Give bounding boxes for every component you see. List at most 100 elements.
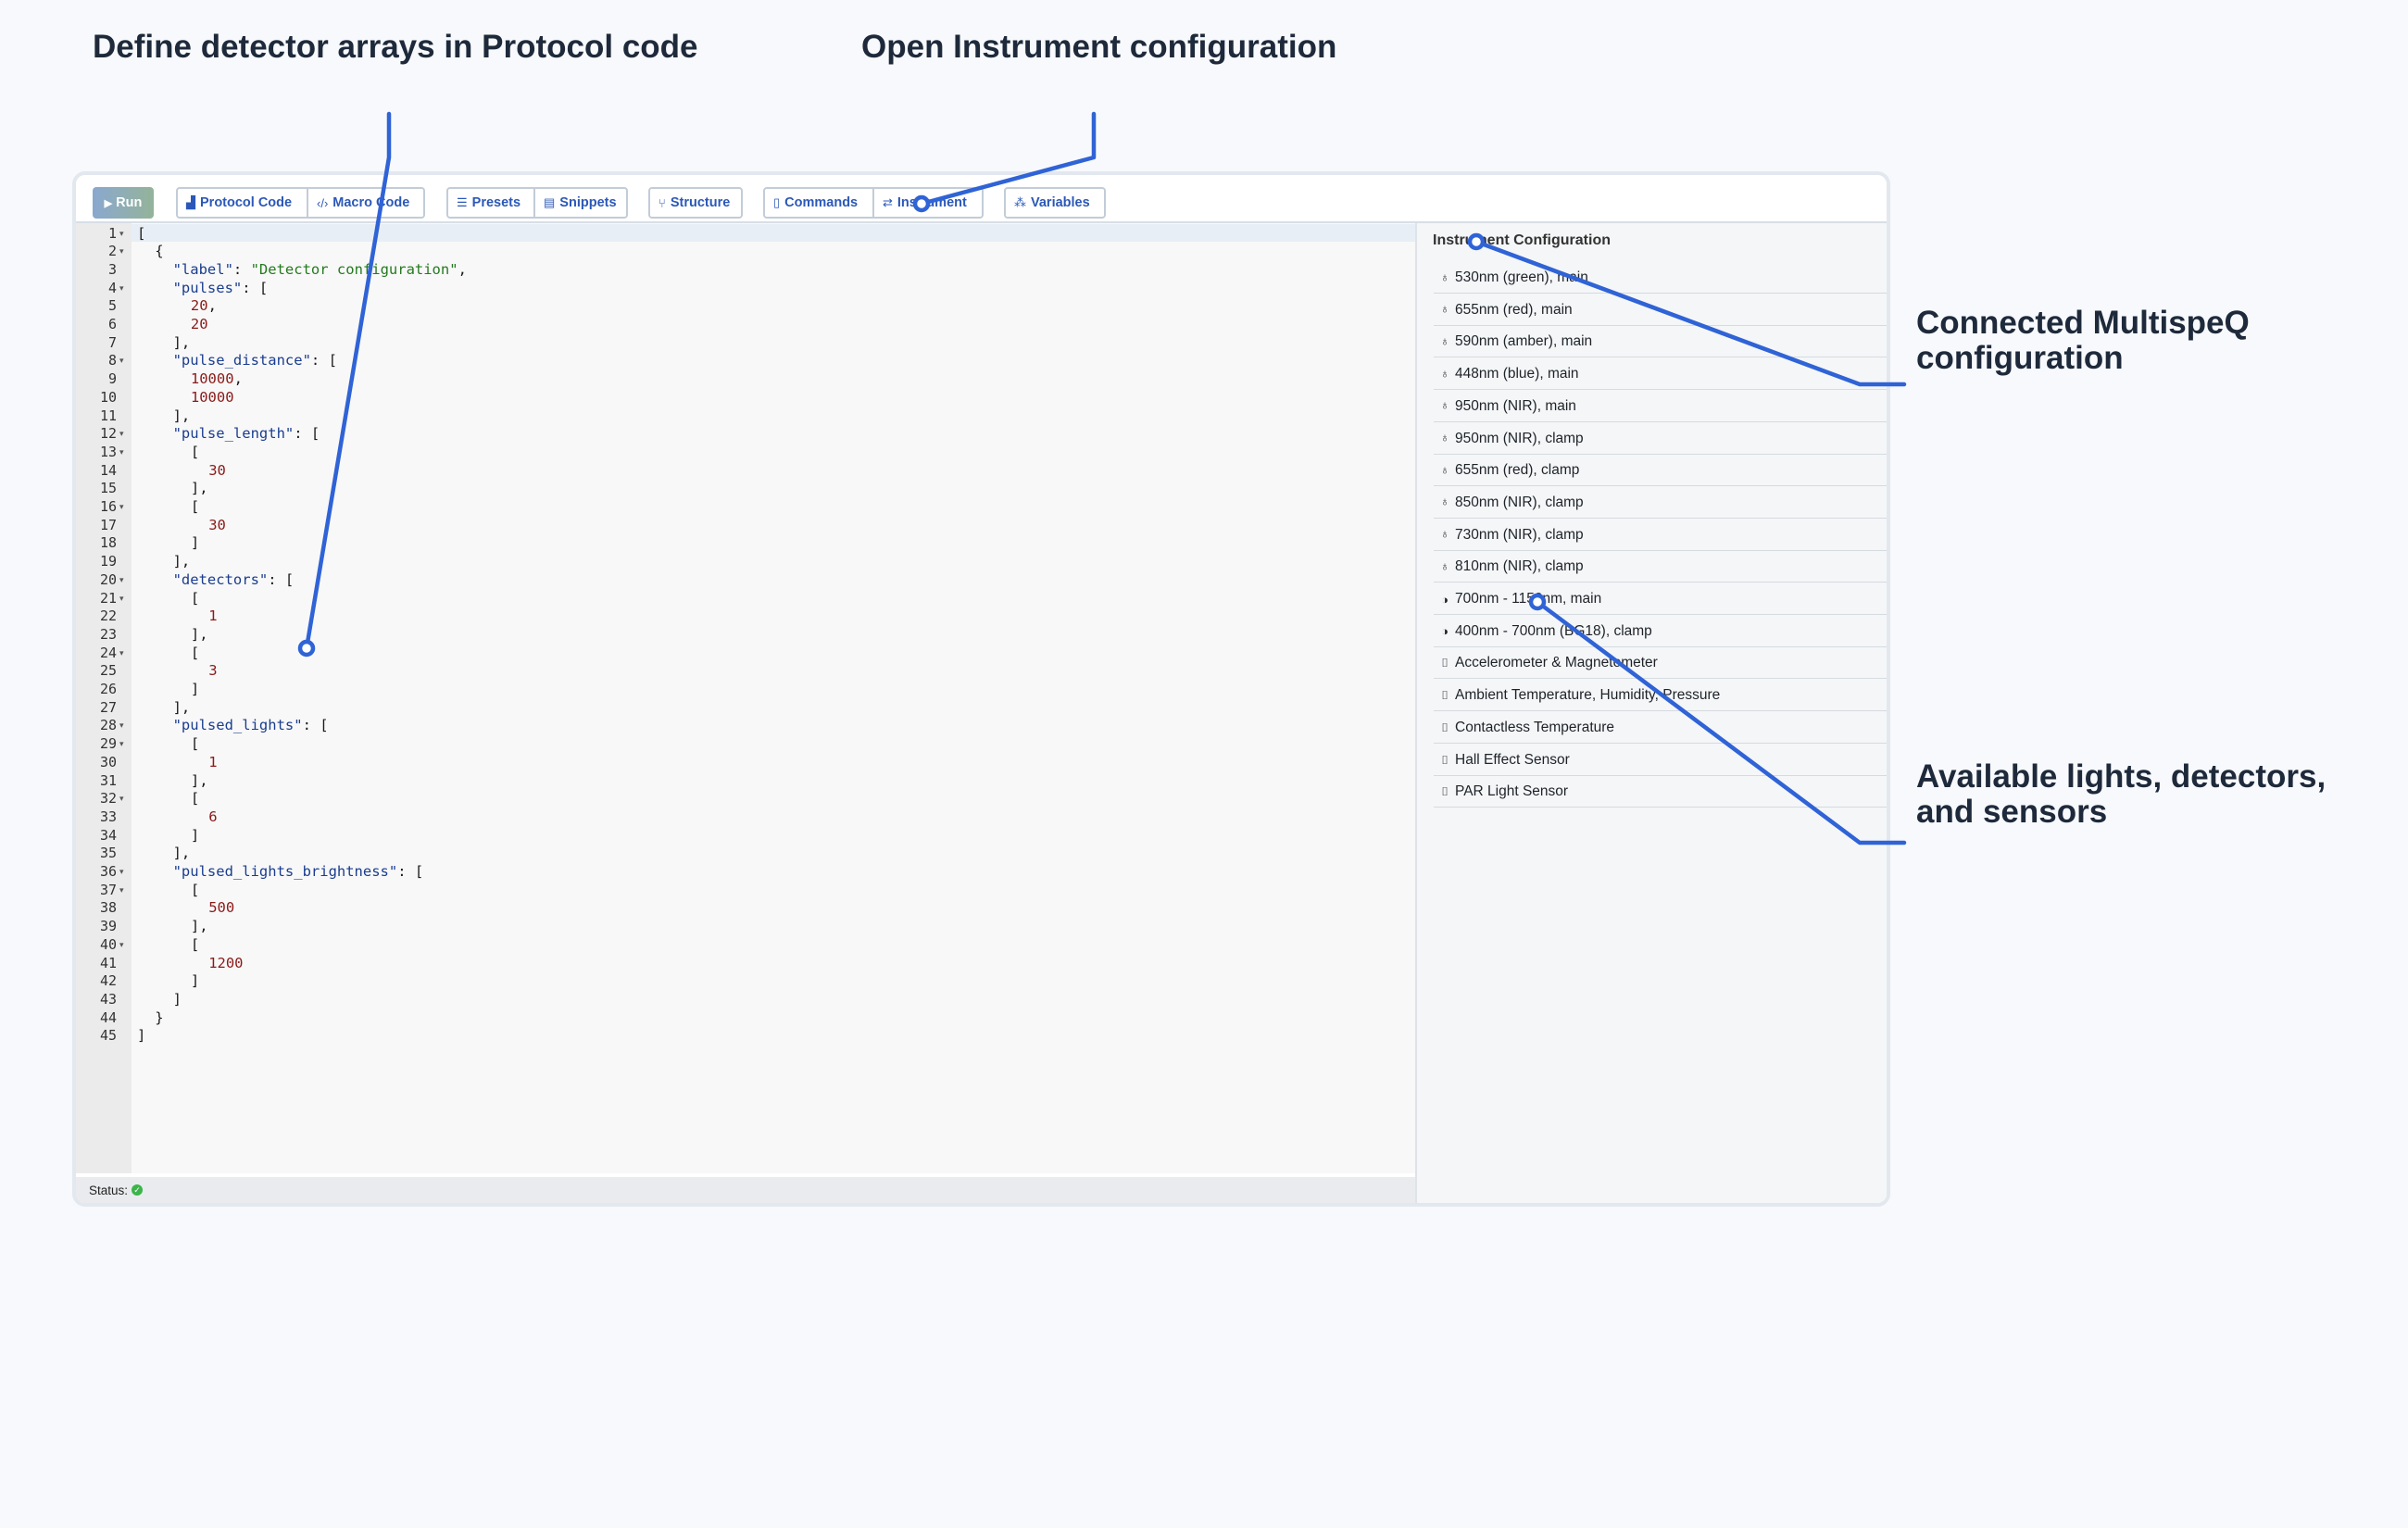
instrument-item[interactable]: ♀ 850nm (NIR), clamp (1434, 488, 1887, 519)
fold-arrow-icon[interactable]: ▾ (119, 790, 124, 808)
code-line: ], (190, 480, 208, 497)
fold-arrow-icon[interactable]: ▾ (119, 225, 124, 244)
fold-arrow-icon[interactable]: ▾ (119, 717, 124, 735)
instrument-item[interactable]: ⌷ Accelerometer & Magnetometer (1434, 648, 1887, 680)
active-line-highlight (132, 224, 1415, 242)
code-line: ] (190, 681, 200, 697)
fold-arrow-icon[interactable]: ▾ (119, 243, 124, 261)
fold-arrow-icon[interactable]: ▾ (119, 590, 124, 608)
instrument-item-label: Ambient Temperature, Humidity, Pressure (1455, 687, 1721, 704)
line-number: 28 (99, 717, 117, 734)
instrument-button[interactable]: ⇄ Instrument (874, 187, 984, 219)
instrument-item[interactable]: ♀ 950nm (NIR), main (1434, 392, 1887, 422)
snippets-button[interactable]: ▤ Snippets (535, 187, 628, 219)
instrument-item[interactable]: ◑ 700nm - 1150nm, main (1434, 584, 1887, 615)
instrument-item[interactable]: ♀ 530nm (green), main (1434, 263, 1887, 294)
instrument-item[interactable]: ⌷ Hall Effect Sensor (1434, 745, 1887, 776)
line-number: 29 (99, 735, 117, 753)
fold-arrow-icon[interactable]: ▾ (119, 936, 124, 955)
bulb-icon: ♀ (1440, 303, 1449, 318)
code-line: 10000, (190, 370, 243, 388)
variables-button[interactable]: ⁂ Variables (1004, 187, 1106, 219)
line-number: 5 (107, 297, 117, 315)
instrument-item[interactable]: ♀ 810nm (NIR), clamp (1434, 552, 1887, 583)
instrument-label: Instrument (897, 195, 967, 210)
instrument-item[interactable]: ♀ 655nm (red), main (1434, 295, 1887, 326)
line-number: 41 (99, 954, 117, 971)
instrument-item-label: 448nm (blue), main (1455, 366, 1579, 382)
fold-arrow-icon[interactable]: ▾ (119, 882, 124, 900)
code-line: [ (137, 224, 146, 242)
structure-button[interactable]: ⑂ Structure (648, 187, 743, 219)
instrument-item[interactable]: ♀ 950nm (NIR), clamp (1434, 424, 1887, 455)
presets-button[interactable]: ☰ Presets (446, 187, 535, 219)
instrument-item[interactable]: ⌷ Contactless Temperature (1434, 713, 1887, 744)
commands-button[interactable]: ▯ Commands (763, 187, 874, 219)
macro-code-button[interactable]: ‹/› Macro Code (308, 187, 425, 219)
callout-detectors: Define detector arrays in Protocol code (93, 29, 698, 65)
code-line: [ (190, 498, 200, 515)
line-number: 26 (99, 681, 117, 697)
line-number: 13 (99, 443, 117, 460)
fold-arrow-icon[interactable]: ▾ (119, 444, 124, 462)
bulb-icon: ♀ (1440, 334, 1449, 349)
check-circle-icon: ✓ (132, 1184, 144, 1196)
code-line: ] (190, 972, 200, 990)
instrument-item[interactable]: ◑ 400nm - 700nm (BG18), clamp (1434, 617, 1887, 647)
thermometer-icon: ⌷ (1441, 784, 1449, 799)
line-number: 6 (107, 316, 117, 332)
fold-arrow-icon[interactable]: ▾ (119, 280, 124, 298)
instrument-item[interactable]: ♀ 655nm (red), clamp (1434, 456, 1887, 487)
thermometer-icon: ⌷ (1441, 720, 1449, 734)
protocol-code-button[interactable]: ▟ Protocol Code (176, 187, 308, 219)
instrument-item[interactable]: ♀ 730nm (NIR), clamp (1434, 520, 1887, 551)
line-gutter: 1 ▾ 2 ▾ 3 4 ▾ 5 6 7 8 ▾ 9 10 11 12 ▾ 13 ▾ 14 15 16 ▾ 17 18 19 20 ▾ 2… (76, 223, 132, 1173)
fold-arrow-icon[interactable]: ▾ (119, 425, 124, 444)
fold-arrow-icon[interactable]: ▾ (119, 645, 124, 663)
line-number: 40 (99, 935, 117, 953)
callout-instrument: Open Instrument configuration (861, 29, 1337, 65)
protocol-code-editor[interactable]: 1 ▾ 2 ▾ 3 4 ▾ 5 6 7 8 ▾ 9 10 11 12 ▾ 13 ▾ 14 15 16 ▾ 17 18 19 20 ▾ 2… (76, 223, 1415, 1173)
code-line: "pulses": [ (172, 279, 269, 296)
fold-arrow-icon[interactable]: ▾ (119, 863, 124, 882)
line-number: 19 (99, 553, 117, 570)
detector-icon: ◑ (1441, 624, 1449, 639)
thermometer-icon: ⌷ (1441, 656, 1449, 670)
line-number: 2 (107, 243, 117, 260)
fold-arrow-icon[interactable]: ▾ (119, 571, 124, 590)
line-number: 34 (99, 826, 117, 844)
instrument-configuration-panel: Instrument Configuration ♀ 530nm (green),… (1417, 223, 1887, 1203)
run-button[interactable]: ▶ Run (93, 187, 154, 219)
fold-arrow-icon[interactable]: ▾ (119, 498, 124, 517)
bulb-icon: ♀ (1440, 528, 1449, 543)
code-line: [ (190, 589, 200, 607)
fold-arrow-icon[interactable]: ▾ (119, 735, 124, 754)
code-line: [ (190, 935, 200, 953)
instrument-item-label: 700nm - 1150nm, main (1455, 591, 1602, 607)
line-number: 30 (99, 753, 117, 770)
instrument-item[interactable]: ⌷ Ambient Temperature, Humidity, Pressure (1434, 681, 1887, 712)
instrument-item[interactable]: ⌷ PAR Light Sensor (1434, 777, 1887, 808)
instrument-item-label: 590nm (amber), main (1455, 333, 1593, 350)
fold-arrow-icon[interactable]: ▾ (119, 352, 124, 370)
line-number: 35 (99, 845, 117, 862)
instrument-item-label: 400nm - 700nm (BG18), clamp (1455, 622, 1652, 639)
code-line: ], (172, 407, 191, 424)
snippet-icon: ▤ (544, 195, 556, 209)
instrument-item-label: 950nm (NIR), main (1455, 397, 1576, 414)
instrument-item[interactable]: ♀ 590nm (amber), main (1434, 327, 1887, 358)
commands-label: Commands (784, 195, 859, 210)
instrument-item[interactable]: ♀ 448nm (blue), main (1434, 359, 1887, 391)
line-number: 8 (107, 352, 117, 369)
code-line: [ (190, 790, 200, 808)
line-number: 16 (99, 498, 117, 515)
code-line: ] (172, 990, 182, 1008)
line-number: 25 (99, 662, 117, 680)
line-number: 37 (99, 881, 117, 898)
line-number: 39 (99, 918, 117, 935)
code-line: 20 (190, 316, 208, 332)
code-line: } (155, 1008, 164, 1026)
thermometer-icon: ⌷ (1441, 688, 1449, 703)
line-number: 7 (107, 333, 117, 351)
code-line: 20, (190, 297, 217, 315)
